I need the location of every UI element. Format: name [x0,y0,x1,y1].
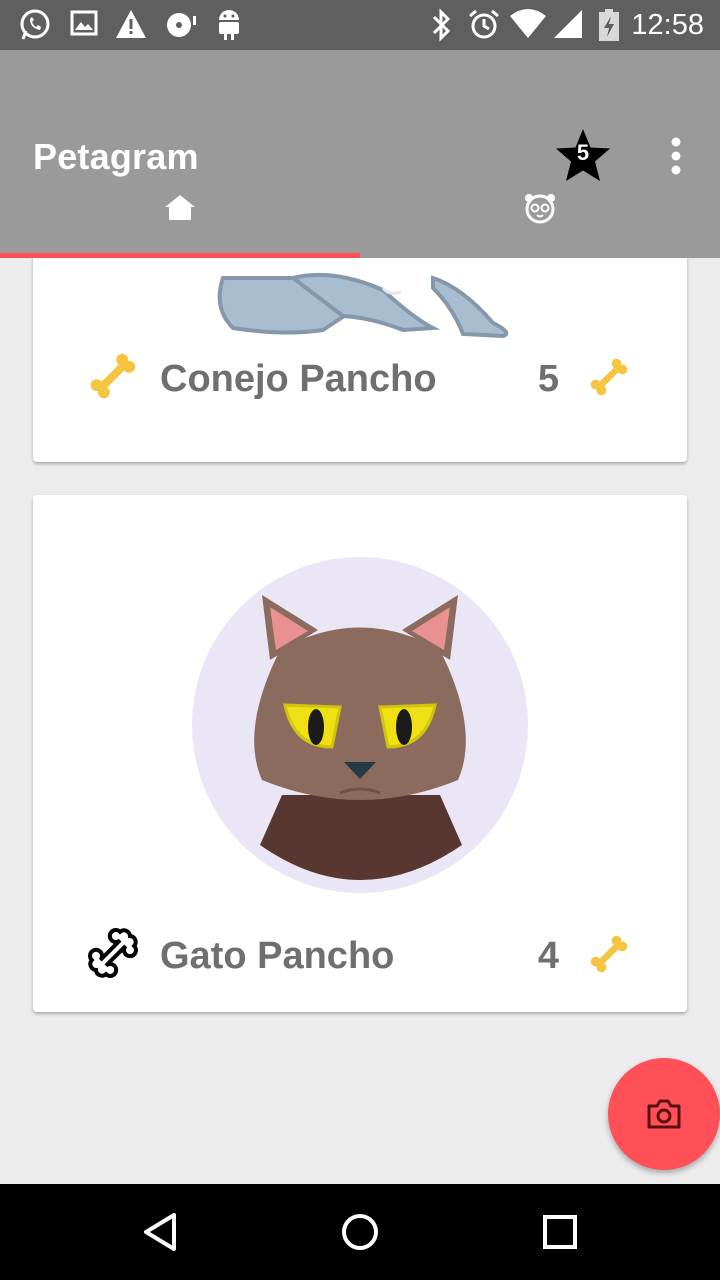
status-time: 12:58 [631,9,704,41]
camera-fab-button[interactable] [608,1058,720,1170]
tab-pet-profile[interactable] [360,170,720,258]
warning-icon [116,10,146,38]
image-icon [70,10,98,36]
bone-outline-icon[interactable] [85,925,141,981]
back-icon[interactable] [138,1210,182,1254]
pet-name: Gato Pancho [160,935,395,977]
status-bar: 12:58 [0,0,720,50]
disc-icon [167,13,196,37]
pet-name: Conejo Pancho [160,358,437,400]
signal-icon [554,10,582,38]
recents-icon[interactable] [538,1210,582,1254]
home-circle-icon[interactable] [338,1210,382,1254]
bone-icon[interactable] [85,348,141,404]
wifi-icon [510,9,546,38]
cat-avatar [192,557,528,893]
rating-bone-icon [590,358,628,396]
tab-home[interactable] [0,170,360,258]
rabbit-avatar [217,272,509,339]
battery-icon [599,9,619,41]
pet-card: Conejo Pancho 5 [33,258,687,462]
pet-face-icon [525,194,555,224]
pet-card: Gato Pancho 4 [33,495,687,1012]
like-count: 4 [537,935,559,977]
alarm-icon [469,9,499,39]
camera-icon [647,1099,681,1129]
like-count: 5 [537,358,559,400]
bluetooth-icon [432,8,451,42]
whatsapp-icon [20,9,50,40]
android-icon [219,10,239,40]
home-icon [165,195,195,220]
rating-bone-icon [590,935,628,973]
pet-list[interactable]: Conejo Pancho 5 Gato Pancho 4 [0,258,720,1184]
system-nav-bar [0,1184,720,1280]
